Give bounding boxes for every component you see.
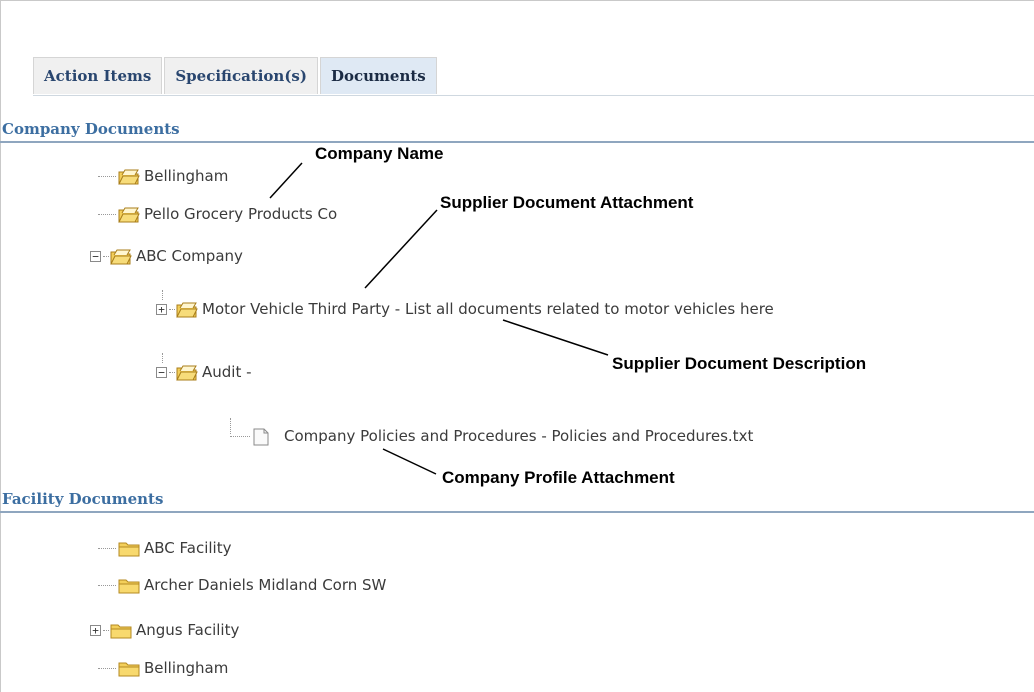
tree-connector [98,584,116,586]
expand-toggle[interactable]: + [156,303,167,315]
tree-connector [98,175,116,177]
tree-item-label[interactable]: Bellingham [144,167,228,185]
tree-connector [103,255,109,257]
tree-item-label[interactable]: Archer Daniels Midland Corn SW [144,576,386,594]
tree-item-audit[interactable]: − Audit - [156,361,252,383]
open-folder-icon [176,364,198,381]
company-documents-header: Company Documents [0,119,1034,143]
tree-item-pello-grocery[interactable]: Pello Grocery Products Co [98,203,337,225]
tree-connector [169,371,175,373]
tree-connector [103,629,109,631]
tree-item-label[interactable]: Bellingham [144,659,228,677]
tree-item-label[interactable]: ABC Facility [144,539,231,557]
tree-item-label[interactable]: Company Policies and Procedures - Polici… [284,427,753,445]
tab-action-items[interactable]: Action Items [33,57,163,94]
tree-item-label[interactable]: ABC Company [136,247,243,265]
collapse-toggle[interactable]: − [90,250,101,262]
tree-item-abc-facility[interactable]: ABC Facility [98,537,231,559]
tree-item-motor-vehicle[interactable]: + Motor Vehicle Third Party - List all d… [156,298,774,320]
tab-documents[interactable]: Documents [319,57,437,94]
annotation-supplier-document-attachment: Supplier Document Attachment [440,193,694,212]
tree-item-angus-facility[interactable]: + Angus Facility [90,619,239,641]
tab-specifications[interactable]: Specification(s) [164,57,318,94]
annotation-supplier-document-description: Supplier Document Description [612,354,867,373]
collapse-toggle[interactable]: − [156,366,167,378]
tree-item-abc-company[interactable]: − ABC Company [90,245,243,267]
tree-item-label[interactable]: Motor Vehicle Third Party - List all doc… [202,300,774,318]
tree-item-label[interactable]: Angus Facility [136,621,239,639]
tab-divider [33,95,1034,96]
tree-item-archer-daniels[interactable]: Archer Daniels Midland Corn SW [98,574,386,596]
tree-connector [98,547,116,549]
tree-connector [169,308,175,310]
tree-connector [98,667,116,669]
tree-item-bellingham-facility[interactable]: Bellingham [98,657,228,679]
folder-icon [118,577,140,594]
open-folder-icon [118,206,140,223]
facility-documents-header: Facility Documents [0,489,1034,513]
tree-item-label[interactable]: Audit - [202,363,252,381]
open-folder-icon [110,248,132,265]
expand-toggle[interactable]: + [90,624,101,636]
open-folder-icon [176,301,198,318]
folder-icon [118,540,140,557]
tree-item-label[interactable]: Pello Grocery Products Co [144,205,337,223]
document-icon [252,428,272,445]
tab-bar: Action Items Specification(s) Documents [33,57,439,95]
tree-item-company-policies[interactable]: Company Policies and Procedures - Polici… [230,425,753,447]
tree-item-bellingham-company[interactable]: Bellingham [98,165,228,187]
folder-icon [118,660,140,677]
open-folder-icon [118,168,140,185]
folder-icon [110,622,132,639]
tree-connector [98,213,116,215]
annotation-company-profile-attachment: Company Profile Attachment [442,468,675,487]
tree-connector [230,435,250,437]
annotation-company-name: Company Name [315,144,444,163]
